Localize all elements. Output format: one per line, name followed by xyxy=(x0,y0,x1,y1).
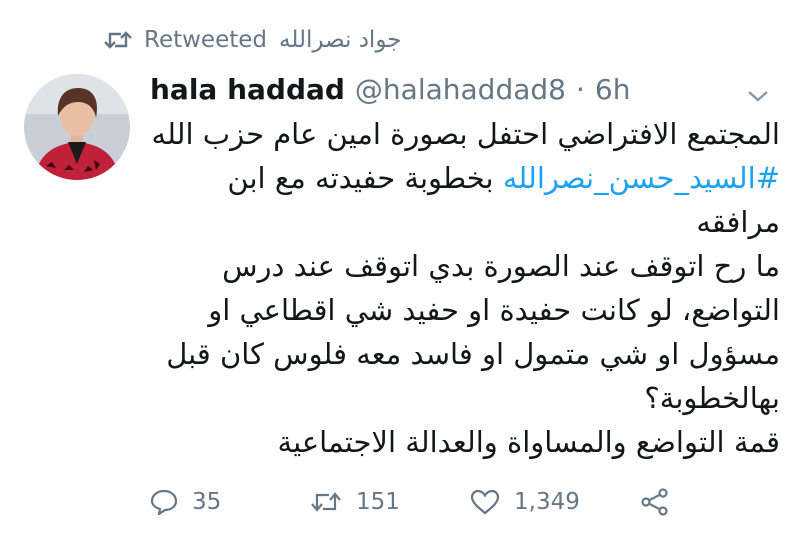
author-handle[interactable]: @halahaddad8 xyxy=(355,73,566,106)
reply-icon xyxy=(150,489,178,515)
share-icon xyxy=(640,488,670,516)
hashtag-link[interactable]: #السيد_حسن_نصرالله xyxy=(503,161,780,195)
retweeter-name[interactable]: جواد نصرالله xyxy=(279,27,401,53)
retweet-button[interactable]: 151 xyxy=(310,489,470,515)
retweet-count: 151 xyxy=(356,489,400,515)
tweet-paragraph: المجتمع الافتراضي احتفل بصورة امين عام ح… xyxy=(140,112,780,244)
tweet-header: hala haddad @halahaddad8 · 6h xyxy=(150,66,780,112)
reply-count: 35 xyxy=(192,489,222,515)
tweet-paragraph: ما رح اتوقف عند الصورة بدي اتوقف عند درس… xyxy=(166,249,780,415)
tweet-paragraph: قمة التواضع والمساواة والعدالة الاجتماعي… xyxy=(277,425,780,459)
separator-dot: · xyxy=(575,72,585,106)
retweet-label: Retweeted xyxy=(144,27,267,53)
like-count: 1,349 xyxy=(514,489,580,515)
author-name[interactable]: hala haddad xyxy=(150,73,345,106)
retweet-banner: Retweeted جواد نصرالله xyxy=(104,24,401,56)
reply-button[interactable]: 35 xyxy=(150,489,310,515)
retweet-icon xyxy=(310,490,342,514)
tweet-text-segment: المجتمع الافتراضي احتفل بصورة امين عام ح… xyxy=(151,117,780,151)
like-button[interactable]: 1,349 xyxy=(470,489,640,515)
avatar[interactable] xyxy=(24,74,130,180)
chevron-down-icon[interactable] xyxy=(746,78,770,111)
heart-icon xyxy=(470,489,500,515)
tweet-text: المجتمع الافتراضي احتفل بصورة امين عام ح… xyxy=(140,112,780,464)
tweet-time[interactable]: 6h xyxy=(595,73,631,106)
retweet-icon xyxy=(104,29,132,51)
tweet-actions: 35 151 1,349 xyxy=(150,480,740,524)
share-button[interactable] xyxy=(640,488,670,516)
